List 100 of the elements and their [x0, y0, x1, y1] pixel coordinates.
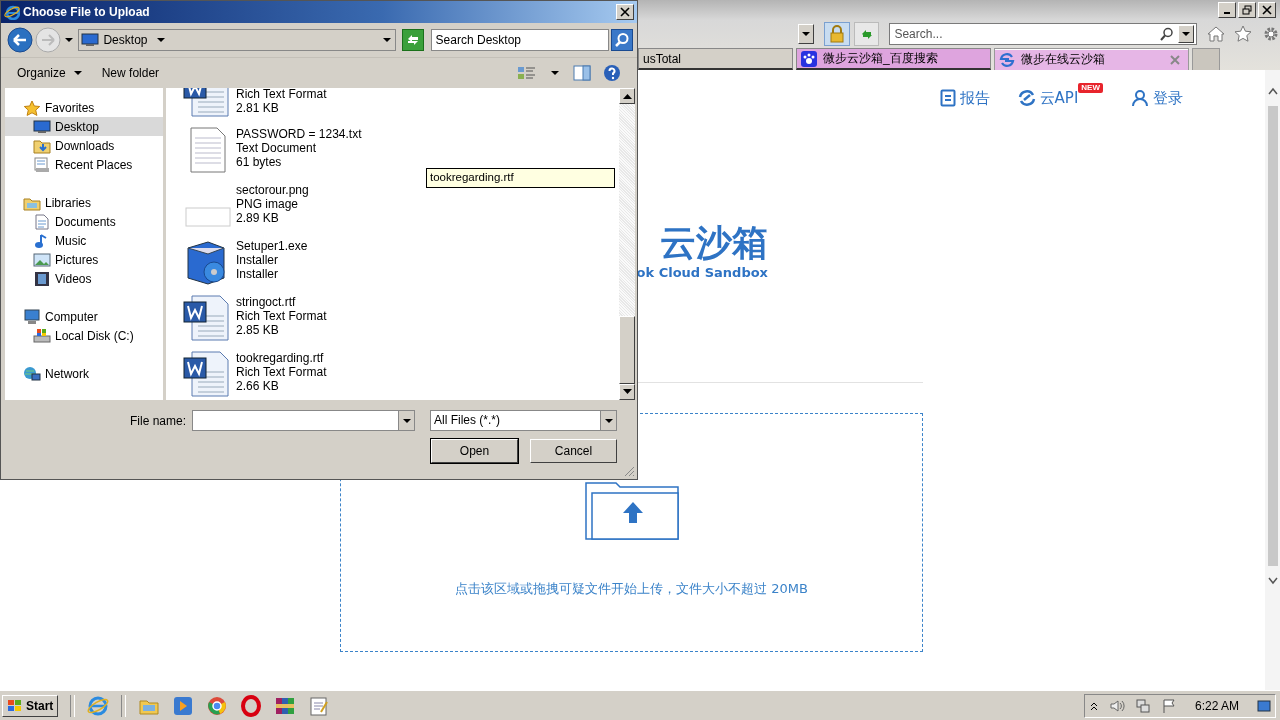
logo-title: 云沙箱	[660, 222, 768, 264]
preview-pane-icon[interactable]	[573, 65, 591, 81]
refresh-button[interactable]	[853, 22, 880, 46]
file-name[interactable]: tookregarding.rtf	[236, 351, 327, 365]
file-type: Rich Text Format	[236, 365, 327, 379]
nav-link[interactable]: 云API	[1017, 88, 1079, 108]
caret-icon	[551, 71, 559, 75]
close-button[interactable]	[1258, 2, 1276, 18]
network-icon[interactable]	[1134, 697, 1151, 714]
resize-grip-icon[interactable]	[623, 465, 635, 477]
ring-logo-icon[interactable]	[240, 694, 263, 717]
security-button[interactable]	[823, 22, 850, 46]
caret-icon[interactable]	[382, 38, 391, 42]
drive-icon	[33, 327, 51, 344]
folder-icon	[33, 137, 51, 154]
file-size: 61 bytes	[236, 155, 283, 169]
file-name[interactable]: sectorour.png	[236, 183, 309, 197]
scroll-down-button[interactable]	[619, 384, 635, 400]
restore-icon	[1242, 5, 1252, 15]
document-icon[interactable]	[182, 350, 232, 398]
show-desktop-button[interactable]	[1257, 698, 1271, 713]
media-player-icon[interactable]	[172, 694, 195, 717]
nav-item[interactable]: Libraries	[5, 193, 163, 212]
user-icon	[1131, 89, 1149, 107]
search-field[interactable]: Search...	[890, 27, 1160, 41]
toolbar-button[interactable]: Organize	[17, 66, 82, 80]
back-button[interactable]	[7, 27, 33, 53]
file-list-scrollbar[interactable]	[619, 88, 635, 400]
nav-item[interactable]: Pictures	[5, 250, 163, 269]
search-bar[interactable]: Search...	[889, 23, 1197, 45]
star-icon[interactable]	[1234, 25, 1253, 43]
dialog-button[interactable]: Cancel	[530, 439, 617, 463]
nav-item[interactable]: Desktop	[5, 117, 163, 136]
nav-link[interactable]: 登录	[1131, 88, 1183, 108]
caret-icon[interactable]	[157, 38, 166, 42]
page-scrollbar[interactable]	[1265, 70, 1280, 690]
star-icon	[23, 99, 41, 116]
view-dropdown-button[interactable]	[549, 71, 561, 75]
scroll-up-icon[interactable]	[1266, 86, 1279, 96]
notepad-icon[interactable]	[308, 694, 331, 717]
minimize-icon	[1224, 12, 1230, 14]
close-icon	[1262, 5, 1272, 15]
swirl-icon	[999, 51, 1015, 68]
caret-icon	[64, 38, 73, 42]
dialog-button[interactable]: Open	[431, 439, 518, 463]
file-size: 2.89 KB	[236, 211, 280, 225]
refresh-button[interactable]	[401, 29, 424, 51]
document-icon	[33, 213, 51, 230]
globe-icon	[23, 365, 41, 382]
file-name[interactable]: PASSWORD = 1234.txt	[236, 127, 362, 141]
circle-logo-icon[interactable]	[206, 694, 229, 717]
location-bar[interactable]: Desktop	[78, 29, 396, 51]
nav-item[interactable]: Recent Places	[5, 155, 163, 174]
nav-link[interactable]: 报告	[939, 88, 990, 108]
speaker-icon[interactable]	[1108, 697, 1125, 714]
nav-item[interactable]: Documents	[5, 212, 163, 231]
toolbar-button[interactable]: New folder	[101, 66, 160, 80]
caret-icon	[1181, 32, 1190, 36]
search-dropdown-button[interactable]	[1177, 25, 1194, 43]
help-icon[interactable]	[603, 64, 621, 82]
logo-subtitle: ok Cloud Sandbox	[636, 264, 768, 282]
scroll-thumb[interactable]	[619, 316, 635, 384]
home-icon[interactable]	[1206, 25, 1225, 43]
computer-icon	[23, 308, 41, 325]
file-type: PNG image	[236, 197, 300, 211]
nav-item[interactable]: Downloads	[5, 136, 163, 155]
start-button[interactable]: Start	[2, 694, 59, 717]
search-field[interactable]: Search Desktop	[430, 29, 610, 51]
nav-item[interactable]: Computer	[5, 307, 163, 326]
settings-icon[interactable]	[1262, 25, 1280, 43]
document-icon[interactable]	[182, 294, 232, 342]
scroll-up-button[interactable]	[619, 88, 635, 104]
dialog-title: Choose File to Upload	[23, 5, 150, 19]
close-button[interactable]	[616, 4, 634, 20]
address-dropdown-button[interactable]	[798, 24, 814, 44]
search-icon[interactable]	[1159, 27, 1174, 41]
browser-tab[interactable]: 微步在线云沙箱	[994, 48, 1189, 70]
lock-icon	[828, 25, 845, 43]
file-name[interactable]: Setuper1.exe	[236, 239, 308, 253]
minimize-button[interactable]	[1218, 2, 1236, 18]
nav-item[interactable]: Music	[5, 231, 163, 250]
clock[interactable]: 6:22 AM	[1194, 698, 1239, 713]
up-arrow-icon	[622, 93, 632, 99]
flag-icon[interactable]	[1160, 697, 1177, 714]
file-type: Installer	[236, 253, 280, 267]
file-type-dropdown[interactable]: All Files (*.*)	[430, 410, 617, 431]
close-icon	[620, 7, 630, 17]
browser-tab[interactable]: 微步云沙箱_百度搜索	[796, 48, 991, 70]
nav-item[interactable]: Local Disk (C:)	[5, 326, 163, 345]
nav-item[interactable]: Network	[5, 364, 163, 383]
nav-item[interactable]: Favorites	[5, 98, 163, 117]
restore-button[interactable]	[1238, 2, 1256, 18]
browser-tab[interactable]: usTotal	[638, 48, 793, 70]
nav-item[interactable]: Videos	[5, 269, 163, 288]
file-name[interactable]: stringoct.rtf	[236, 295, 327, 309]
search-button[interactable]	[611, 29, 633, 51]
scroll-down-icon[interactable]	[1266, 576, 1279, 586]
document-icon	[939, 89, 956, 107]
tooltip: tookregarding.rtf	[426, 168, 615, 188]
monitor-icon	[33, 118, 51, 135]
